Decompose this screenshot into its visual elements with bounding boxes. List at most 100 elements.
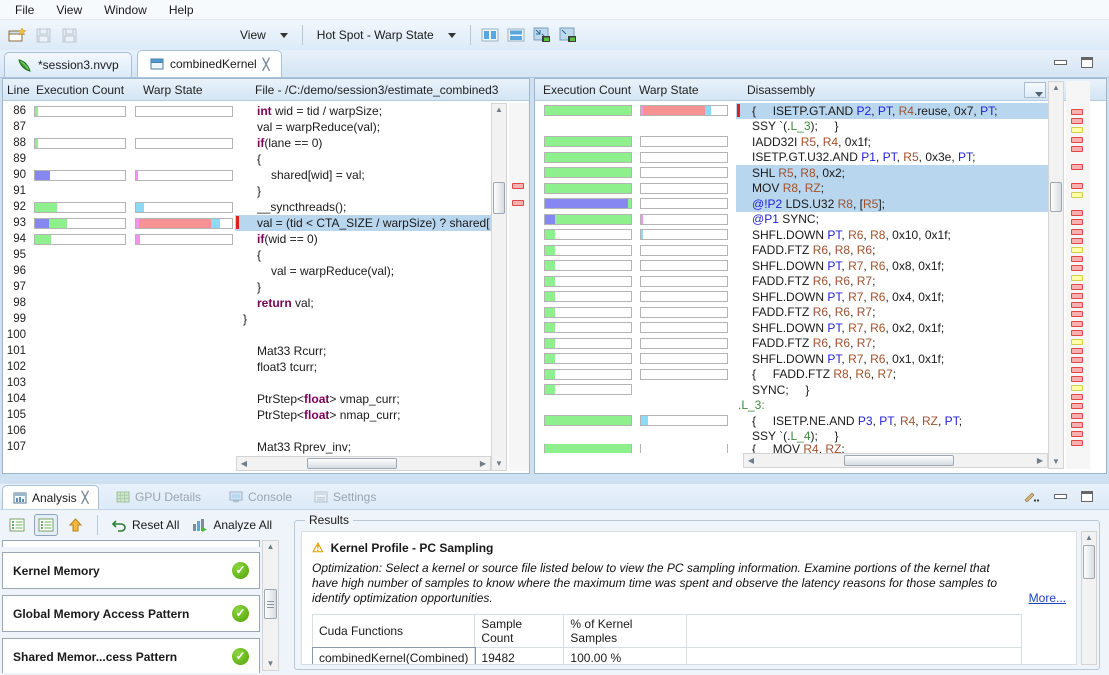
disassembly-row[interactable]: @P1 SYNC; <box>535 212 1048 228</box>
results-column-header[interactable]: Sample Count <box>475 615 564 648</box>
hotspot-dropdown[interactable]: Hot Spot - Warp State <box>309 25 464 45</box>
source-vscrollbar[interactable]: ▲ ▼ <box>491 103 507 471</box>
analysis-card[interactable]: Global Memory Access Pattern✓ <box>2 595 260 632</box>
overview-marker-red[interactable] <box>1071 394 1083 400</box>
source-line-row[interactable]: 105PtrStep<float> nmap_curr; <box>3 407 491 423</box>
minimize-icon[interactable] <box>1054 60 1067 65</box>
disassembly-vscrollbar[interactable]: ▲ ▼ <box>1048 81 1064 469</box>
overview-marker-red[interactable] <box>1071 367 1083 373</box>
overview-marker-red[interactable] <box>1071 265 1083 271</box>
disassembly-row[interactable]: SHFL.DOWN PT, R7, R6, 0x8, 0x1f; <box>535 258 1048 274</box>
disassembly-row[interactable]: FADD.FTZ R6, R8, R6; <box>535 243 1048 259</box>
source-line-row[interactable]: 100 <box>3 327 491 343</box>
source-overview-ruler[interactable] <box>509 103 529 471</box>
restore-view-icon[interactable] <box>556 24 580 46</box>
source-line-row[interactable]: 94if(wid == 0) <box>3 231 491 247</box>
source-line-row[interactable]: 93val = (tid < CTA_SIZE / warpSize) ? sh… <box>3 215 491 231</box>
overview-marker-red[interactable] <box>1071 440 1083 446</box>
disassembly-row[interactable]: { FADD.FTZ R8, R6, R7; <box>535 367 1048 383</box>
minimize-icon[interactable] <box>1054 494 1067 499</box>
overview-marker-red[interactable] <box>1071 146 1083 152</box>
source-hscrollbar[interactable]: ◀ ▶ <box>236 456 491 471</box>
source-line-row[interactable]: 106 <box>3 423 491 439</box>
disassembly-row[interactable]: SSY `(.L_3); } <box>535 119 1048 135</box>
disassembly-row[interactable]: SHFL.DOWN PT, R7, R6, 0x1, 0x1f; <box>535 351 1048 367</box>
maximize-view-icon[interactable] <box>530 24 554 46</box>
analysis-card[interactable]: Kernel Memory✓ <box>2 552 260 589</box>
overview-marker-red[interactable] <box>512 183 524 189</box>
overview-marker-red[interactable] <box>1071 431 1083 437</box>
overview-marker-red[interactable] <box>1071 229 1083 235</box>
menu-view[interactable]: View <box>45 1 93 19</box>
overview-marker-red[interactable] <box>1071 118 1083 124</box>
analysis-card[interactable]: Shared Memor...cess Pattern✓ <box>2 638 260 673</box>
source-line-row[interactable]: 101Mat33 Rcurr; <box>3 343 491 359</box>
overview-marker-yellow[interactable] <box>1071 127 1083 133</box>
overview-marker-red[interactable] <box>1071 109 1083 115</box>
source-line-row[interactable]: 89{ <box>3 151 491 167</box>
overview-marker-red[interactable] <box>1071 321 1083 327</box>
analysis-list-scrollbar[interactable]: ▲ ▼ <box>262 540 279 671</box>
disassembly-row[interactable]: SHFL.DOWN PT, R7, R6, 0x4, 0x1f; <box>535 289 1048 305</box>
tab-analysis[interactable]: Analysis╳ <box>2 485 99 509</box>
split-vertical-icon[interactable] <box>478 24 502 46</box>
source-line-row[interactable]: 91} <box>3 183 491 199</box>
split-horizontal-icon[interactable] <box>504 24 528 46</box>
disassembly-row[interactable]: IADD32I R5, R4, 0x1f; <box>535 134 1048 150</box>
overview-marker-red[interactable] <box>1071 284 1083 290</box>
tab-console[interactable]: Console <box>219 485 302 509</box>
overview-marker-red[interactable] <box>1071 256 1083 262</box>
overview-marker-red[interactable] <box>1071 238 1083 244</box>
overview-marker-red[interactable] <box>1071 219 1083 225</box>
analyze-all-button[interactable]: Analyze All <box>187 516 277 534</box>
overview-marker-red[interactable] <box>1071 376 1083 382</box>
overview-marker-red[interactable] <box>1071 302 1083 308</box>
save-all-icon[interactable] <box>57 24 81 46</box>
maximize-icon[interactable] <box>1081 491 1093 502</box>
disassembly-row[interactable]: SHFL.DOWN PT, R7, R6, 0x2, 0x1f; <box>535 320 1048 336</box>
menu-window[interactable]: Window <box>93 1 158 19</box>
disassembly-row[interactable]: ISETP.GT.U32.AND P1, PT, R5, 0x3e, PT; <box>535 150 1048 166</box>
overview-marker-red[interactable] <box>1071 422 1083 428</box>
source-line-row[interactable]: 90shared[wid] = val; <box>3 167 491 183</box>
disassembly-row[interactable]: { ISETP.NE.AND P3, PT, R4, RZ, PT; <box>535 413 1048 429</box>
view-dropdown[interactable]: View <box>232 25 296 45</box>
source-line-row[interactable]: 104PtrStep<float> vmap_curr; <box>3 391 491 407</box>
close-icon[interactable]: ╳ <box>82 491 89 504</box>
column-menu-dropdown[interactable] <box>1024 82 1046 98</box>
disassembly-row[interactable]: FADD.FTZ R6, R6, R7; <box>535 305 1048 321</box>
maximize-icon[interactable] <box>1081 57 1093 68</box>
overview-marker-yellow[interactable] <box>1071 339 1083 345</box>
new-session-icon[interactable] <box>5 24 29 46</box>
overview-marker-yellow[interactable] <box>1071 192 1083 198</box>
disassembly-hscrollbar[interactable]: ◀ ▶ <box>743 453 1048 468</box>
save-icon[interactable] <box>31 24 55 46</box>
menu-file[interactable]: File <box>4 1 45 19</box>
disassembly-row[interactable]: MOV R8, RZ; <box>535 181 1048 197</box>
overview-marker-red[interactable] <box>1071 164 1083 170</box>
tab-combinedKernel[interactable]: combinedKernel╳ <box>137 50 282 77</box>
overview-marker-yellow[interactable] <box>1071 247 1083 253</box>
overview-marker-red[interactable] <box>512 200 524 206</box>
overview-marker-red[interactable] <box>1071 311 1083 317</box>
results-column-header[interactable]: % of Kernel Samples <box>564 615 687 648</box>
source-line-row[interactable]: 102float3 tcurr; <box>3 359 491 375</box>
disassembly-row[interactable]: FADD.FTZ R6, R6, R7; <box>535 336 1048 352</box>
disassembly-overview-ruler[interactable] <box>1066 81 1090 469</box>
tab-settings[interactable]: Settings <box>304 485 386 509</box>
disassembly-row[interactable]: @!P2 LDS.U32 R8, [R5]; <box>535 196 1048 212</box>
source-line-row[interactable]: 88if(lane == 0) <box>3 135 491 151</box>
overview-marker-red[interactable] <box>1071 210 1083 216</box>
source-line-row[interactable]: 98return val; <box>3 295 491 311</box>
more-link[interactable]: More... <box>1029 591 1066 606</box>
source-line-row[interactable]: 92__syncthreads(); <box>3 199 491 215</box>
overview-marker-red[interactable] <box>1071 330 1083 336</box>
disassembly-row[interactable]: SHL R5, R8, 0x2; <box>535 165 1048 181</box>
source-line-row[interactable]: 103 <box>3 375 491 391</box>
disassembly-row[interactable]: .L_3: <box>535 398 1048 414</box>
overview-marker-red[interactable] <box>1071 348 1083 354</box>
disassembly-row[interactable]: FADD.FTZ R6, R6, R7; <box>535 274 1048 290</box>
results-table-row[interactable]: combinedKernel(Combined)19482100.00 % <box>313 648 1022 666</box>
source-line-row[interactable]: 96val = warpReduce(val); <box>3 263 491 279</box>
disassembly-row[interactable]: SYNC; } <box>535 382 1048 398</box>
